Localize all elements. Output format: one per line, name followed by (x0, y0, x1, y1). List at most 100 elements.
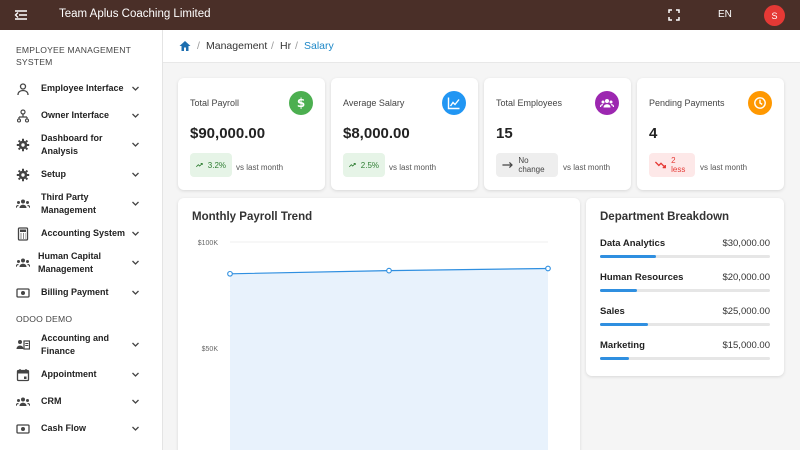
person-icon (17, 83, 29, 96)
trending-up-icon (349, 163, 356, 168)
language-selector[interactable]: EN (718, 9, 732, 20)
breadcrumb-separator: / (271, 40, 274, 52)
sidebar-item-third-party[interactable]: Third Party Management (0, 189, 162, 219)
trend-value: 3.2% (207, 160, 226, 170)
trend-chip: 2 less (649, 153, 695, 177)
sidebar-item-appointment[interactable]: Appointment (0, 365, 162, 385)
group-icon (16, 258, 30, 268)
stat-value: $90,000.00 (190, 125, 266, 142)
sidebar-item-billing-payment[interactable]: Billing Payment (0, 283, 162, 303)
sidebar-item-label: Accounting System (41, 228, 126, 238)
stat-label: Total Employees (496, 98, 563, 108)
sidebar-item-label: Dashboard for Analysis (41, 133, 103, 156)
sidebar-item-label: Cash Flow (41, 423, 87, 433)
sidebar-item-cash-flow[interactable]: Cash Flow (0, 419, 162, 439)
payroll-trend-panel: Monthly Payroll Trend $100K $50K (178, 198, 580, 450)
breadcrumb-management[interactable]: Management (206, 40, 267, 52)
department-breakdown-panel: Department Breakdown Data Analytics $30,0… (586, 198, 784, 376)
breadcrumb-salary: Salary (304, 40, 334, 52)
gear-icon (16, 138, 30, 152)
progress-track (600, 323, 770, 326)
top-bar: Team Aplus Coaching Limited EN S (0, 0, 800, 30)
progress-fill (600, 255, 657, 258)
chevron-down-icon (132, 142, 139, 147)
department-amount: $20,000.00 (722, 272, 770, 283)
sidebar-item-label: Third Party Management (41, 192, 97, 215)
sidebar-item-label: CRM (41, 396, 62, 406)
sidebar-item-accounting-finance[interactable]: Accounting and Finance (0, 330, 162, 360)
stat-value: 4 (649, 125, 658, 142)
progress-fill (600, 323, 648, 326)
chart-line-icon (442, 91, 466, 115)
finance-icon (16, 340, 30, 350)
progress-fill (600, 357, 629, 360)
arrow-right-icon (502, 161, 513, 169)
trending-up-icon (196, 163, 203, 168)
sidebar-item-setup[interactable]: Setup (0, 165, 162, 185)
fullscreen-icon[interactable] (668, 9, 680, 21)
group-icon (16, 397, 30, 407)
trending-down-icon (655, 161, 666, 169)
trend-note: vs last month (563, 163, 611, 172)
sidebar-item-dashboard-analysis[interactable]: Dashboard for Analysis (0, 130, 162, 160)
svg-text:$: $ (297, 96, 305, 110)
panel-title: Department Breakdown (600, 211, 730, 223)
app-title: Team Aplus Coaching Limited (59, 8, 211, 20)
breadcrumb-hr[interactable]: Hr (280, 40, 291, 52)
chevron-down-icon (132, 290, 139, 295)
sidebar-item-crm[interactable]: CRM (0, 392, 162, 412)
sidebar-item-owner-interface[interactable]: Owner Interface (0, 106, 162, 126)
sidebar-item-human-capital[interactable]: Human Capital Management (0, 248, 162, 278)
stat-value: 15 (496, 125, 513, 142)
trend-chip: No change (496, 153, 558, 177)
trend-chip: 2.5% (343, 153, 385, 177)
progress-track (600, 289, 770, 292)
section-title-odoo: ODOO DEMO (16, 314, 73, 324)
payroll-trend-chart: $100K $50K (198, 240, 551, 450)
progress-fill (600, 289, 638, 292)
sidebar: EMPLOYEE MANAGEMENT SYSTEM Employee Inte… (0, 30, 163, 450)
home-icon[interactable] (179, 40, 191, 52)
stat-label: Pending Payments (649, 98, 725, 108)
stat-card-pending-payments: Pending Payments 4 2 less vs last month (637, 78, 784, 190)
sidebar-item-accounting-system[interactable]: Accounting System (0, 224, 162, 244)
chevron-down-icon (132, 86, 139, 91)
trend-note: vs last month (700, 163, 748, 172)
section-title-ems: EMPLOYEE MANAGEMENT SYSTEM (16, 45, 131, 67)
department-amount: $15,000.00 (722, 340, 770, 351)
breadcrumb: / Management / Hr / Salary (163, 30, 800, 63)
chevron-down-icon (132, 399, 139, 404)
people-icon (595, 91, 619, 115)
department-amount: $30,000.00 (722, 238, 770, 249)
menu-collapse-icon[interactable] (14, 8, 28, 22)
chevron-down-icon (132, 201, 139, 206)
stat-card-total-payroll: Total Payroll $ $90,000.00 3.2% vs last … (178, 78, 325, 190)
clock-icon (748, 91, 772, 115)
sidebar-item-label: Billing Payment (41, 287, 109, 297)
y-tick-label: $50K (202, 346, 219, 353)
trend-note: vs last month (389, 163, 437, 172)
department-name: Sales (600, 306, 625, 317)
trend-value: 2 less (671, 156, 686, 174)
org-tree-icon (16, 109, 30, 123)
user-avatar[interactable]: S (764, 5, 785, 26)
chevron-down-icon (132, 342, 139, 347)
dollar-icon: $ (289, 91, 313, 115)
department-name: Data Analytics (600, 238, 666, 249)
stat-card-average-salary: Average Salary $8,000.00 2.5% vs last mo… (331, 78, 478, 190)
y-tick-label: $100K (198, 240, 219, 247)
data-point (386, 267, 392, 274)
sidebar-item-label: Employee Interface (41, 83, 124, 93)
sidebar-item-label: Appointment (41, 369, 97, 379)
calculator-icon (17, 227, 29, 241)
department-name: Human Resources (600, 272, 684, 283)
sidebar-item-label: Human Capital Management (38, 251, 102, 274)
chevron-down-icon (132, 172, 139, 177)
gear-icon (16, 168, 30, 182)
sidebar-item-employee-interface[interactable]: Employee Interface (0, 79, 162, 99)
payment-icon (16, 424, 30, 434)
calendar-icon (16, 369, 30, 382)
sidebar-item-label: Accounting and Finance (41, 333, 109, 356)
data-point (227, 270, 233, 277)
area-fill (230, 268, 548, 450)
